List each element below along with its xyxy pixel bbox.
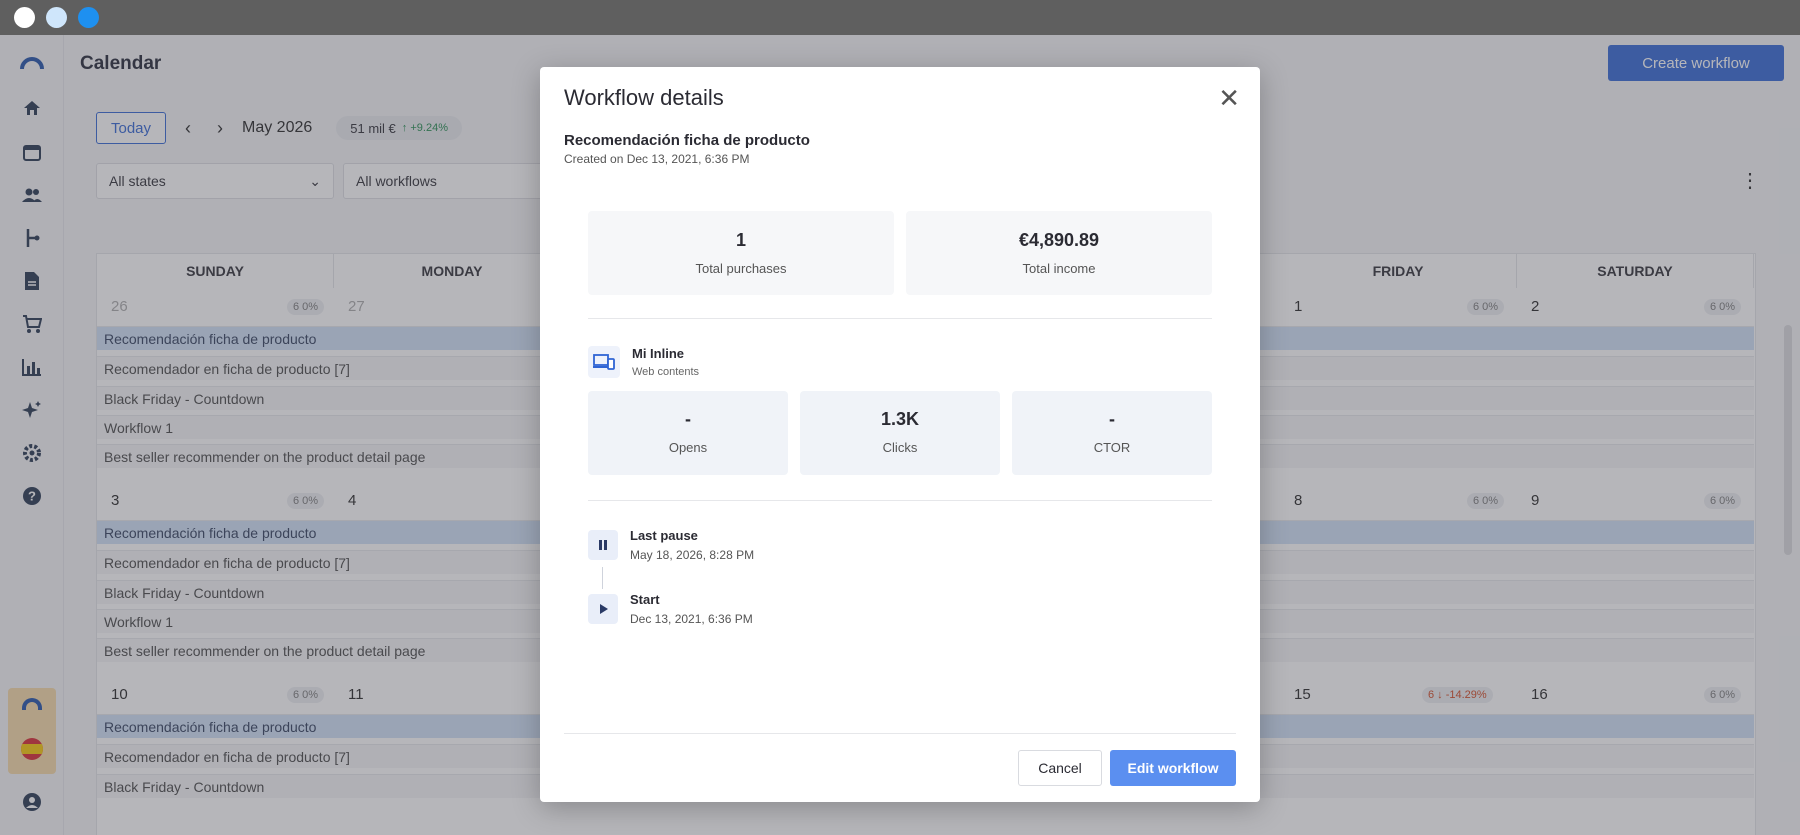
window-close-button[interactable] (14, 7, 35, 28)
ctor-metric: - CTOR (1012, 391, 1212, 475)
channel-type: Web contents (632, 366, 700, 378)
window-maximize-button[interactable] (78, 7, 99, 28)
play-icon (588, 594, 618, 624)
opens-metric: - Opens (588, 391, 788, 475)
cancel-button[interactable]: Cancel (1018, 750, 1102, 786)
stat-label: Total purchases (695, 261, 787, 276)
total-purchases-card: 1 Total purchases (588, 211, 894, 295)
window-titlebar (0, 0, 1800, 35)
workflow-details-modal: Workflow details ✕ Recomendación ficha d… (540, 67, 1260, 802)
channel-name: Mi Inline (632, 346, 684, 361)
stat-value: €4,890.89 (1018, 230, 1100, 250)
close-icon[interactable]: ✕ (1218, 83, 1240, 114)
metric-value: 1.3K (880, 409, 920, 429)
modal-title: Workflow details (564, 85, 724, 110)
clicks-metric: 1.3K Clicks (800, 391, 1000, 475)
event-date: May 18, 2026, 8:28 PM (630, 548, 755, 562)
metric-value: - (1109, 409, 1115, 429)
event-title: Start (630, 592, 660, 607)
metric-value: - (685, 409, 691, 429)
edit-workflow-button[interactable]: Edit workflow (1110, 750, 1236, 786)
stat-value: 1 (735, 230, 746, 250)
section-divider (588, 500, 1212, 501)
timeline-connector (602, 567, 603, 589)
metric-label: Clicks (882, 440, 918, 455)
event-date: Dec 13, 2021, 6:36 PM (630, 612, 753, 626)
event-title: Last pause (630, 528, 698, 543)
metric-label: Opens (668, 440, 708, 455)
total-income-card: €4,890.89 Total income (906, 211, 1212, 295)
metric-label: CTOR (1093, 440, 1131, 455)
workflow-name: Recomendación ficha de producto (564, 132, 810, 149)
workflow-created-date: Created on Dec 13, 2021, 6:36 PM (564, 152, 750, 166)
stat-label: Total income (1022, 261, 1096, 276)
footer-divider (564, 733, 1236, 734)
pause-icon (588, 530, 618, 560)
window-minimize-button[interactable] (46, 7, 67, 28)
web-content-icon (588, 346, 620, 378)
section-divider (588, 318, 1212, 319)
